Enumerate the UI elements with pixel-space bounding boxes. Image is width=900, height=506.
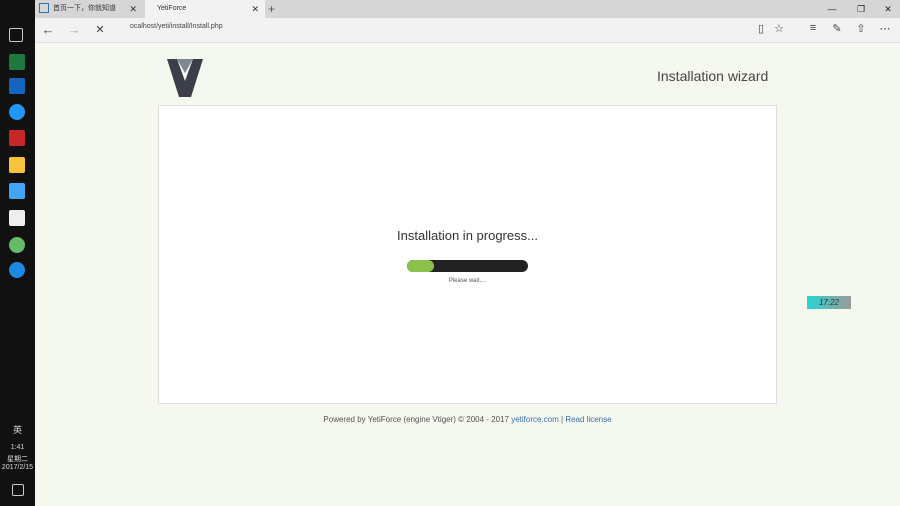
left-taskbar: 英 1:41 星期二 2017/2/15: [0, 0, 35, 506]
forward-button[interactable]: →: [65, 21, 83, 39]
tab-bar: 首页一下，你就知道 ✕ YetiForce ✕ + — ❐ ✕: [35, 0, 900, 18]
folder-icon[interactable]: [9, 157, 25, 173]
floating-clock-widget[interactable]: 17:22: [807, 296, 851, 309]
please-wait-text: Please wait....: [448, 278, 487, 284]
installer-page: Installation wizard Installation in prog…: [35, 43, 900, 506]
tab-baidu[interactable]: 首页一下，你就知道 ✕: [35, 0, 143, 18]
page-footer: Powered by YetiForce (engine Vtiger) © 2…: [35, 415, 900, 424]
wizard-title: Installation wizard: [657, 68, 769, 84]
clock-date: 2017/2/15: [1, 464, 34, 471]
yetiforce-logo-icon: [167, 59, 203, 97]
yetiforce-link[interactable]: yetiforce.com: [511, 415, 559, 424]
reading-view-icon[interactable]: ▯: [753, 22, 769, 35]
share-icon[interactable]: ⇧: [853, 22, 869, 35]
excel-icon[interactable]: [9, 54, 25, 70]
photos-icon[interactable]: [9, 183, 25, 199]
footer-separator: |: [561, 415, 564, 424]
ime-indicator[interactable]: 英: [0, 423, 35, 436]
notification-icon[interactable]: [12, 484, 24, 496]
tab-close-icon[interactable]: ✕: [129, 0, 137, 18]
outlook-icon[interactable]: [9, 78, 25, 94]
progress-bar: [407, 260, 528, 272]
powered-by-text: Powered by YetiForce (engine Vtiger) © 2…: [323, 415, 509, 424]
minimize-button[interactable]: —: [822, 0, 842, 18]
clock-weekday: 星期二: [7, 456, 28, 463]
new-tab-button[interactable]: +: [268, 0, 275, 18]
address-bar[interactable]: ocalhost/yeti/install/Install.php: [130, 23, 223, 30]
mail-icon[interactable]: [9, 210, 25, 226]
browser-window: 首页一下，你就知道 ✕ YetiForce ✕ + — ❐ ✕ ← → ✕ oc…: [35, 0, 900, 506]
cloud-icon[interactable]: [9, 104, 25, 120]
restore-button[interactable]: ❐: [851, 0, 871, 18]
favorite-star-icon[interactable]: ☆: [771, 22, 787, 35]
tab-label: YetiForce: [157, 5, 187, 12]
hub-icon[interactable]: ≡: [805, 22, 821, 34]
tab-close-icon[interactable]: ✕: [251, 0, 259, 18]
more-icon[interactable]: ⋯: [877, 22, 893, 35]
navigation-bar: ← → ✕ ocalhost/yeti/install/Install.php …: [35, 18, 900, 43]
edge-icon[interactable]: [9, 262, 25, 278]
stop-button[interactable]: ✕: [91, 21, 109, 39]
read-license-link[interactable]: Read license: [565, 415, 611, 424]
start-icon[interactable]: [9, 28, 23, 42]
back-button[interactable]: ←: [39, 21, 57, 39]
tab-label: 首页一下，你就知道: [53, 5, 116, 12]
tab-yetiforce[interactable]: YetiForce ✕: [145, 0, 265, 18]
green-app-icon[interactable]: [9, 237, 25, 253]
clock-time[interactable]: 1:41: [0, 444, 35, 451]
install-panel: Installation in progress... Please wait.…: [158, 105, 777, 404]
close-window-button[interactable]: ✕: [878, 0, 898, 18]
web-note-icon[interactable]: ✎: [829, 22, 845, 35]
app-red-icon[interactable]: [9, 130, 25, 146]
progress-bar-fill: [407, 260, 434, 272]
baidu-favicon-icon: [39, 3, 49, 14]
progress-title: Installation in progress...: [397, 228, 538, 243]
